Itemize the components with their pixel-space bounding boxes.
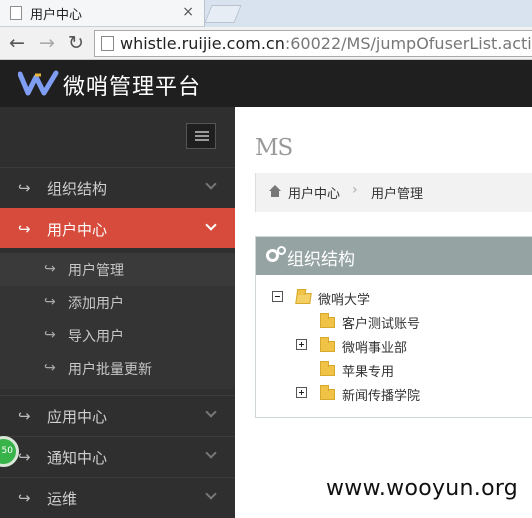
sidebar-item-label: 用户中心 xyxy=(47,221,108,239)
page-icon xyxy=(10,6,22,20)
breadcrumb-user-center[interactable]: 用户中心 xyxy=(288,183,340,202)
watermark: www.wooyun.org xyxy=(326,476,519,501)
share-arrow-icon: ↪ xyxy=(18,220,31,238)
user-submenu: ↪ 用户管理 ↪ 添加用户 ↪ 导入用户 ↪ 用户批量更新 xyxy=(0,253,235,389)
share-arrow-icon: ↪ xyxy=(18,489,31,507)
folder-icon xyxy=(320,337,335,352)
share-arrow-icon: ↪ xyxy=(44,294,56,310)
folder-icon xyxy=(320,361,335,376)
sidebar-item-label: 运维 xyxy=(47,490,78,508)
tree-node-label: 客户测试账号 xyxy=(342,317,421,332)
submenu-item-import-users[interactable]: ↪ 导入用户 xyxy=(0,319,235,352)
main-content: MS 用户中心 › 用户管理 组织结构 微哨大学 客户测试账号 微哨事业部 苹果… xyxy=(235,107,532,518)
app-header: 微哨管理平台 xyxy=(0,60,532,107)
sidebar-item-app-center[interactable]: ↪ 应用中心 xyxy=(0,395,235,435)
sidebar-item-label: 应用中心 xyxy=(47,408,108,426)
share-arrow-icon: ↪ xyxy=(44,360,56,376)
cog-icon xyxy=(266,246,286,262)
browser-toolbar: ← → ↻ whistle.ruijie.com.cn:60022/MS/jum… xyxy=(0,27,532,60)
page-title: MS xyxy=(255,135,293,161)
share-arrow-icon: ↪ xyxy=(18,407,31,425)
back-icon[interactable]: ← xyxy=(5,32,29,54)
browser-tab[interactable]: 用户中心 × xyxy=(0,0,205,27)
chevron-down-icon xyxy=(205,178,217,190)
active-item-pointer xyxy=(235,208,247,248)
tree-node-label: 新闻传播学院 xyxy=(342,389,421,404)
chevron-down-icon xyxy=(205,447,217,459)
chevron-down-icon xyxy=(205,406,217,418)
share-arrow-icon: ↪ xyxy=(18,448,31,466)
org-structure-panel: 组织结构 微哨大学 客户测试账号 微哨事业部 苹果专用 新闻传播学院 xyxy=(255,236,532,418)
new-tab-button[interactable] xyxy=(204,5,242,23)
menu-icon[interactable] xyxy=(186,123,216,149)
submenu-label: 用户管理 xyxy=(68,263,124,279)
expand-icon[interactable] xyxy=(296,387,307,398)
breadcrumb-user-management: 用户管理 xyxy=(371,187,424,202)
tree-node-label: 苹果专用 xyxy=(342,365,395,380)
page-icon xyxy=(101,36,114,51)
forward-icon[interactable]: → xyxy=(35,32,59,54)
sidebar-item-org-structure[interactable]: ↪ 组织结构 xyxy=(0,167,235,207)
panel-header: 组织结构 xyxy=(256,237,532,275)
share-arrow-icon: ↪ xyxy=(44,327,56,343)
submenu-item-user-management[interactable]: ↪ 用户管理 xyxy=(0,253,235,286)
submenu-label: 用户批量更新 xyxy=(68,362,152,378)
chevron-down-icon xyxy=(205,488,217,500)
share-arrow-icon: ↪ xyxy=(44,261,56,277)
tree-node-label: 微哨大学 xyxy=(318,293,371,308)
share-arrow-icon: ↪ xyxy=(18,179,31,197)
sidebar-item-user-center[interactable]: ↪ 用户中心 xyxy=(0,208,235,248)
folder-icon xyxy=(320,313,335,328)
url-text: whistle.ruijie.com.cn:60022/MS/jumpOfuse… xyxy=(120,34,532,53)
logo-icon xyxy=(18,70,59,96)
tab-title: 用户中心 xyxy=(30,8,83,23)
address-bar[interactable]: whistle.ruijie.com.cn:60022/MS/jumpOfuse… xyxy=(94,30,532,57)
home-icon[interactable] xyxy=(269,185,281,197)
expand-icon[interactable] xyxy=(296,339,307,350)
browser-tab-strip: 用户中心 × xyxy=(0,0,532,27)
sidebar: ↪ 组织结构 ↪ 用户中心 ↪ 用户管理 ↪ 添加用户 ↪ 导入用户 ↪ 用户批… xyxy=(0,107,235,518)
panel-title: 组织结构 xyxy=(287,250,355,270)
sidebar-item-label: 组织结构 xyxy=(47,180,108,198)
close-icon[interactable]: × xyxy=(182,4,194,20)
submenu-item-batch-update[interactable]: ↪ 用户批量更新 xyxy=(0,352,235,385)
sidebar-item-notification-center[interactable]: ↪ 通知中心 xyxy=(0,436,235,476)
reload-icon[interactable]: ↻ xyxy=(64,32,88,54)
sidebar-item-operations[interactable]: ↪ 运维 xyxy=(0,477,235,517)
brand-title: 微哨管理平台 xyxy=(63,75,202,100)
submenu-label: 导入用户 xyxy=(68,329,124,345)
chevron-down-icon xyxy=(205,219,217,231)
submenu-item-add-user[interactable]: ↪ 添加用户 xyxy=(0,286,235,319)
breadcrumb-separator-icon: › xyxy=(352,182,358,198)
breadcrumb: 用户中心 › 用户管理 xyxy=(255,173,532,212)
tree-node-label: 微哨事业部 xyxy=(342,341,408,356)
sidebar-item-label: 通知中心 xyxy=(47,449,108,467)
folder-icon xyxy=(295,293,312,304)
collapse-icon[interactable] xyxy=(272,291,283,302)
folder-icon xyxy=(320,385,335,400)
submenu-label: 添加用户 xyxy=(68,296,124,312)
